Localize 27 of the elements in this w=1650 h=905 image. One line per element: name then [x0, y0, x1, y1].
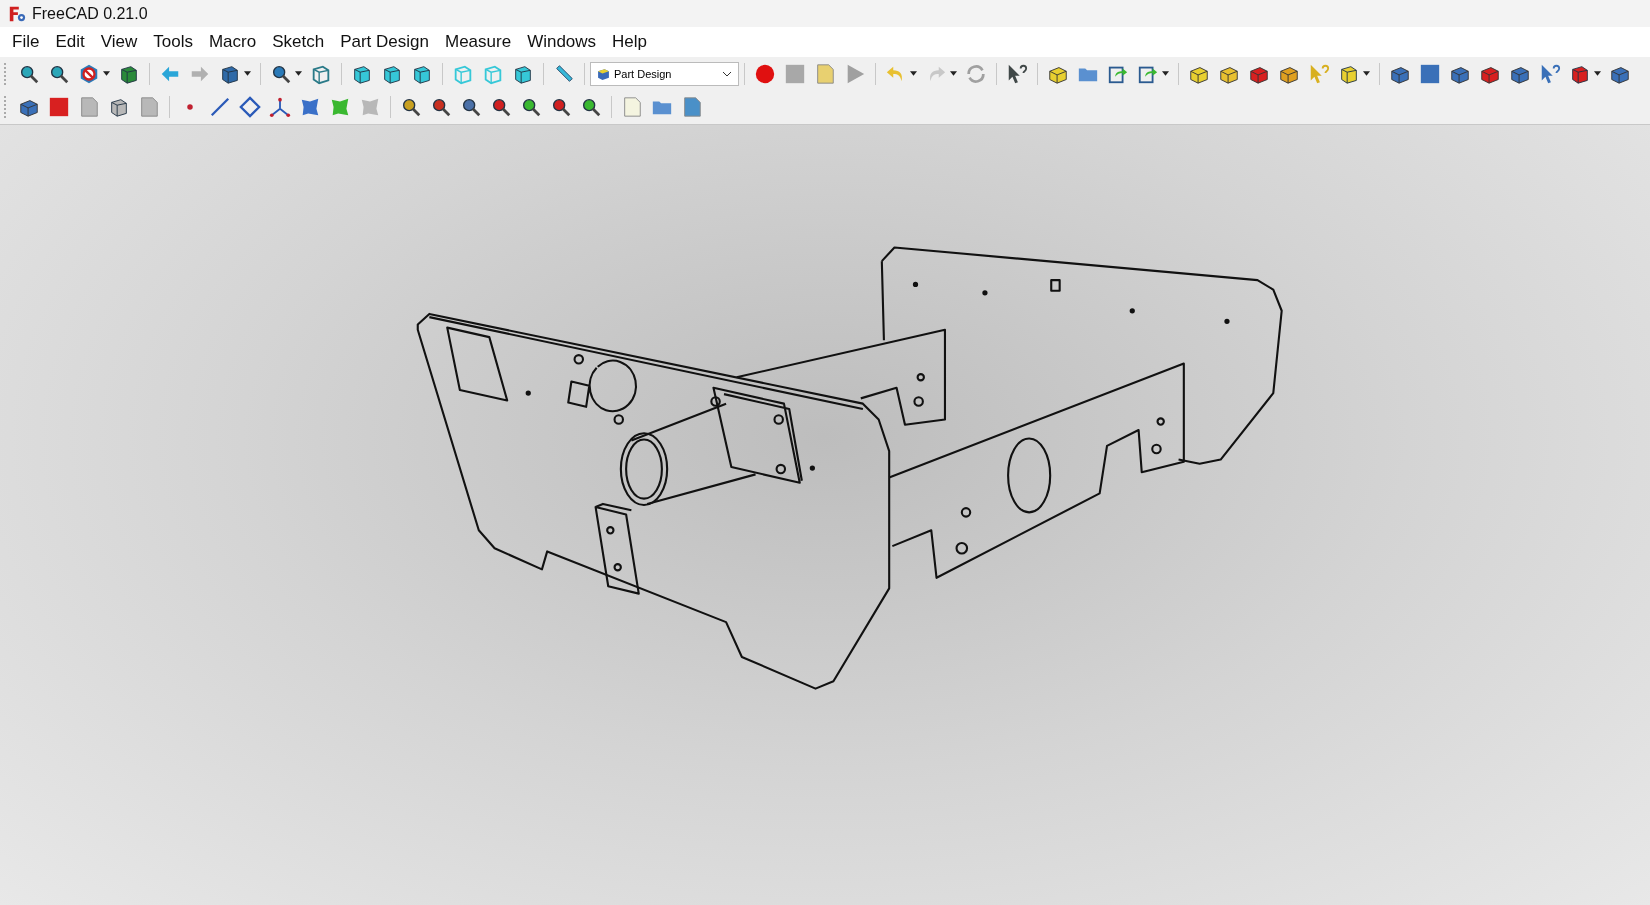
- caret-icon[interactable]: [103, 71, 110, 76]
- menu-item[interactable]: Tools: [145, 32, 201, 52]
- workbench-dropdown[interactable]: Part Design: [590, 61, 739, 86]
- menu-item[interactable]: View: [92, 32, 146, 52]
- caret-icon[interactable]: [295, 71, 302, 76]
- ruler-icon[interactable]: [553, 62, 575, 85]
- caret-icon[interactable]: [950, 71, 957, 76]
- caret-icon[interactable]: [1363, 71, 1370, 76]
- caret-icon[interactable]: [910, 71, 917, 76]
- caret-icon[interactable]: [244, 71, 251, 76]
- whats-this-icon[interactable]: [1006, 62, 1028, 85]
- menu-item[interactable]: Sketch: [264, 32, 333, 52]
- app-logo-icon: [8, 4, 26, 23]
- menu-item[interactable]: Part Design: [332, 32, 437, 52]
- caret-icon[interactable]: [1162, 71, 1169, 76]
- menu-item[interactable]: Macro: [200, 32, 265, 52]
- menu-item[interactable]: File: [4, 32, 48, 52]
- window-title: FreeCAD 0.21.0: [32, 4, 148, 23]
- menu-item[interactable]: Windows: [519, 32, 605, 52]
- menu-item[interactable]: Help: [604, 32, 656, 52]
- caret-icon[interactable]: [1594, 71, 1601, 76]
- coordinate-system-icon[interactable]: [269, 96, 291, 118]
- menu-item[interactable]: Edit: [47, 32, 93, 52]
- cube-icon: [597, 67, 610, 80]
- chevron-down-icon: [722, 70, 732, 77]
- record-icon[interactable]: [754, 62, 776, 85]
- menu-item[interactable]: Measure: [437, 32, 520, 52]
